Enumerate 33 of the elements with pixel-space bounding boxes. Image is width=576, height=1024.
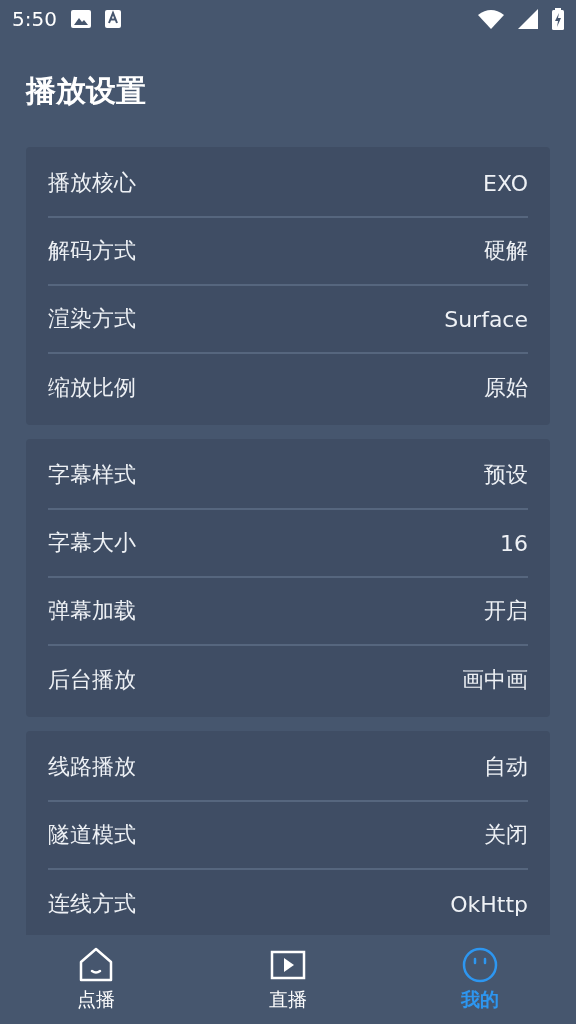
setting-value: 硬解 <box>484 237 528 265</box>
face-icon <box>462 946 498 983</box>
setting-value: 预设 <box>484 461 528 489</box>
setting-label: 解码方式 <box>48 237 136 265</box>
nav-tab[interactable]: 点播 <box>0 935 192 1024</box>
setting-value: OkHttp <box>450 891 528 917</box>
setting-value: 原始 <box>484 374 528 402</box>
setting-label: 后台播放 <box>48 666 136 694</box>
nav-tab[interactable]: 直播 <box>192 935 384 1024</box>
setting-label: 字幕样式 <box>48 461 136 489</box>
setting-label: 渲染方式 <box>48 305 136 333</box>
house-icon <box>78 946 114 983</box>
setting-value: 自动 <box>484 753 528 781</box>
setting-value: 16 <box>500 530 528 556</box>
setting-label: 字幕大小 <box>48 529 136 557</box>
font-icon <box>104 10 121 28</box>
image-icon <box>70 10 91 28</box>
setting-value: 关闭 <box>484 821 528 849</box>
setting-label: 弹幕加载 <box>48 597 136 625</box>
setting-label: 缩放比例 <box>48 374 136 402</box>
signal-icon <box>518 9 538 29</box>
setting-label: 线路播放 <box>48 753 136 781</box>
battery-icon <box>552 8 564 30</box>
setting-value: 开启 <box>484 597 528 625</box>
setting-value: Surface <box>444 306 528 332</box>
page-title: 播放设置 <box>24 71 147 108</box>
setting-value: EXO <box>483 170 528 196</box>
setting-label: 播放核心 <box>48 169 136 197</box>
setting-label: 隧道模式 <box>48 821 136 849</box>
wifi-icon <box>478 9 504 29</box>
setting-value: 画中画 <box>462 666 528 694</box>
setting-label: 连线方式 <box>48 890 136 918</box>
status-time: 5:50 <box>12 7 57 31</box>
